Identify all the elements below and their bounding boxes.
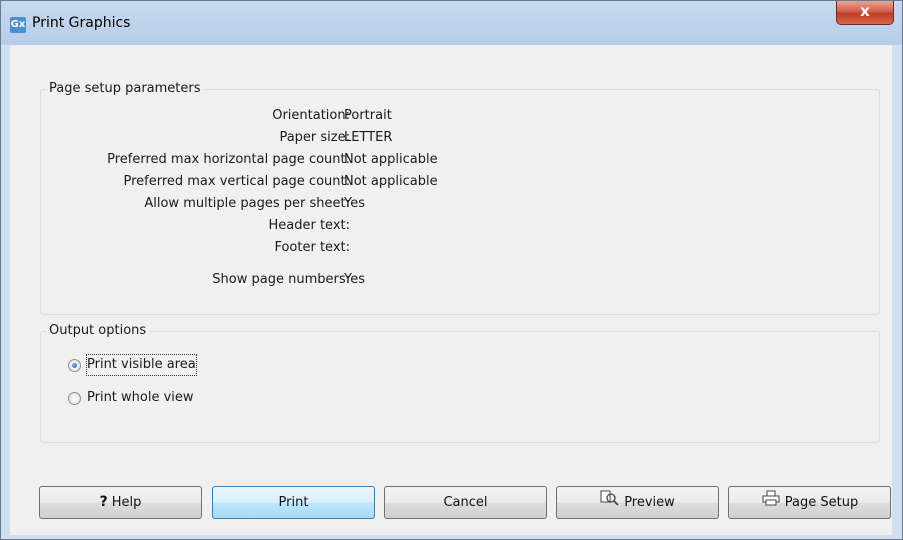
paper-size-label: Paper size: (279, 130, 350, 145)
cancel-button-label: Cancel (443, 495, 488, 510)
help-button-label: Help (111, 495, 142, 510)
print-whole-view-label[interactable]: Print whole view (87, 388, 194, 408)
page-setup-icon (761, 487, 781, 518)
footer-text-label: Footer text: (274, 240, 350, 255)
max-horizontal-page-count-value: Not applicable (344, 152, 438, 167)
app-icon: Gx (10, 17, 26, 33)
max-vertical-page-count-value: Not applicable (344, 174, 438, 189)
output-options-legend: Output options (46, 323, 150, 338)
close-button[interactable]: x (836, 1, 894, 25)
print-button[interactable]: Print (212, 486, 375, 519)
help-button[interactable]: ? Help (39, 486, 202, 519)
cancel-button[interactable]: Cancel (384, 486, 547, 519)
paper-size-value: LETTER (344, 130, 393, 145)
print-visible-area-radio[interactable] (68, 359, 81, 372)
show-page-numbers-label: Show page numbers: (212, 272, 350, 287)
print-visible-area-label[interactable]: Print visible area (86, 354, 197, 376)
page-setup-legend: Page setup parameters (46, 81, 204, 96)
print-whole-view-radio[interactable] (68, 392, 81, 405)
max-vertical-page-count-label: Preferred max vertical page count: (123, 174, 350, 189)
show-page-numbers-value: Yes (344, 272, 365, 287)
preview-button-label: Preview (624, 495, 675, 510)
max-horizontal-page-count-label: Preferred max horizontal page count: (107, 152, 350, 167)
title-bar[interactable]: Gx Print Graphics x (1, 1, 902, 45)
print-graphics-dialog: Gx Print Graphics x Page setup parameter… (0, 0, 903, 540)
multiple-pages-per-sheet-label: Allow multiple pages per sheet: (144, 196, 350, 211)
orientation-value: Portrait (344, 108, 392, 123)
question-mark-icon: ? (99, 494, 108, 510)
multiple-pages-per-sheet-value: Yes (344, 196, 365, 211)
dialog-content: Page setup parameters Output options Ori… (10, 45, 892, 535)
preview-icon (600, 487, 620, 518)
preview-button[interactable]: Preview (556, 486, 719, 519)
dialog-title: Print Graphics (32, 15, 131, 31)
orientation-label: Orientation: (272, 108, 350, 123)
page-setup-button[interactable]: Page Setup (728, 486, 891, 519)
header-text-label: Header text: (268, 218, 350, 233)
print-button-label: Print (278, 495, 309, 510)
output-options-group: Output options (40, 323, 880, 443)
page-setup-button-label: Page Setup (784, 495, 859, 510)
